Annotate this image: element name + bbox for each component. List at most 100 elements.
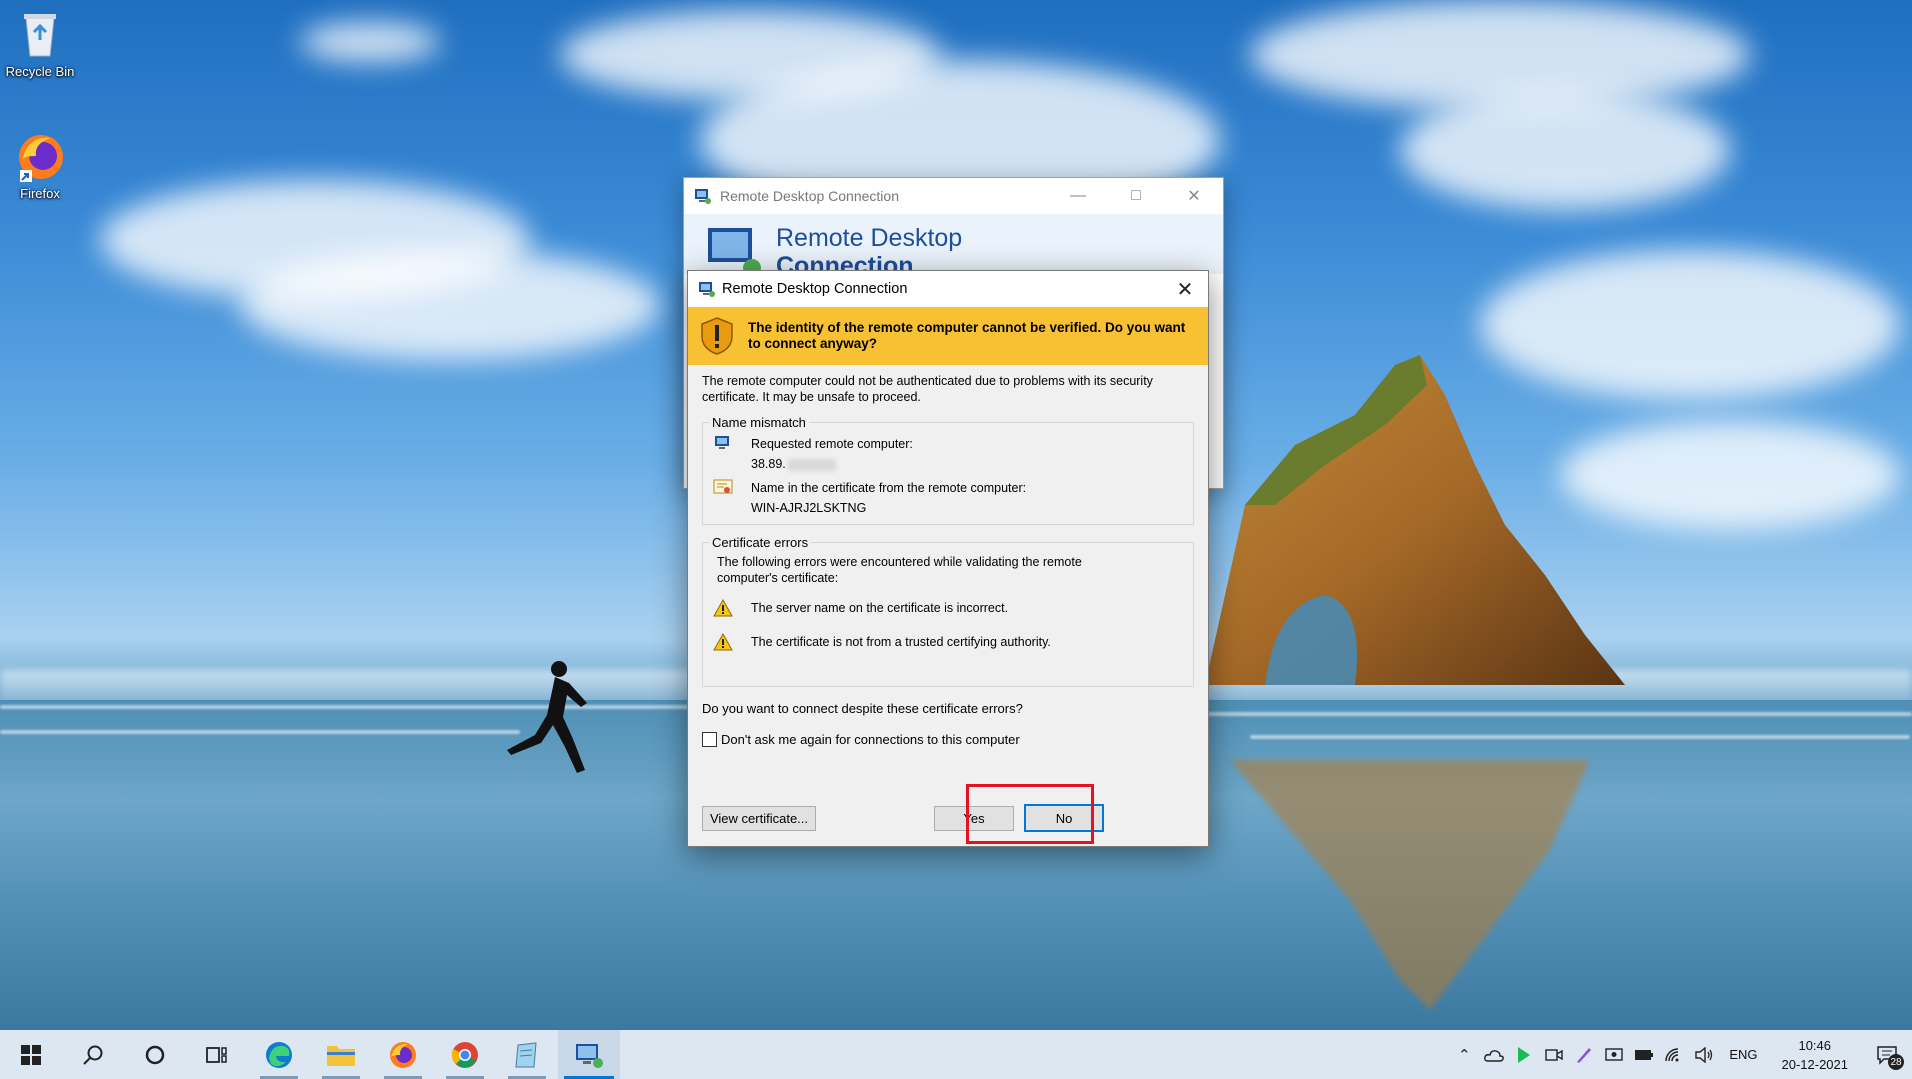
chrome-icon — [451, 1041, 478, 1068]
speaker-icon — [1695, 1046, 1713, 1063]
system-tray: ⌃ ENG 10:46 20-12-2021 28 — [1449, 1030, 1912, 1079]
pen-tray[interactable] — [1569, 1030, 1599, 1079]
remote-desktop-icon — [695, 189, 711, 204]
taskbar-notepad[interactable] — [496, 1030, 558, 1079]
battery-tray[interactable] — [1629, 1030, 1659, 1079]
banner-title-line1: Remote Desktop — [776, 224, 963, 252]
cortana-icon — [145, 1045, 165, 1064]
notepad-icon — [515, 1041, 537, 1067]
yes-button-highlight-box — [966, 784, 1094, 844]
firefox-icon — [14, 130, 66, 182]
pen-icon — [1577, 1047, 1592, 1063]
start-button[interactable] — [0, 1030, 62, 1079]
recycle-bin-icon — [14, 8, 66, 60]
task-view-button[interactable] — [186, 1030, 248, 1079]
cloud — [1250, 0, 1750, 110]
parent-banner: Remote Desktop Connection — [684, 214, 1223, 274]
connect-question: Do you want to connect despite these cer… — [702, 701, 1023, 716]
warning-banner: The identity of the remote computer cann… — [688, 307, 1208, 365]
runner-silhouette — [507, 661, 587, 773]
onedrive-tray[interactable] — [1479, 1030, 1509, 1079]
search-icon — [83, 1045, 103, 1065]
taskbar: ⌃ ENG 10:46 20-12-2021 28 — [0, 1030, 1912, 1079]
file-explorer-icon — [327, 1045, 355, 1066]
view-certificate-button[interactable]: View certificate... — [702, 806, 816, 831]
video-camera-icon — [1545, 1048, 1564, 1061]
dialog-close-button[interactable]: ✕ — [1162, 271, 1208, 307]
name-mismatch-legend: Name mismatch — [712, 415, 806, 430]
cloud — [300, 22, 440, 62]
certificate-error-item: The certificate is not from a trusted ce… — [751, 635, 1051, 649]
notification-count-badge: 28 — [1888, 1054, 1904, 1070]
meet-now-tray[interactable] — [1539, 1030, 1569, 1079]
dialog-titlebar: Remote Desktop Connection ✕ — [688, 271, 1208, 307]
parent-window-title: Remote Desktop Connection — [720, 188, 899, 204]
media-play-tray[interactable] — [1509, 1030, 1539, 1079]
certificate-icon — [713, 479, 733, 494]
desktop-icon-recycle-bin[interactable]: Recycle Bin — [0, 8, 80, 79]
clock-date: 20-12-2021 — [1781, 1056, 1849, 1072]
onedrive-cloud-icon — [1484, 1049, 1505, 1062]
minimize-button[interactable]: — — [1049, 178, 1107, 214]
dont-ask-again-label[interactable]: Don't ask me again for connections to th… — [721, 732, 1020, 747]
certificate-errors-intro: The following errors were encountered wh… — [717, 555, 1082, 585]
warning-heading: The identity of the remote computer cann… — [748, 320, 1186, 351]
remote-desktop-icon — [576, 1043, 603, 1068]
input-language-indicator[interactable]: ENG — [1719, 1047, 1767, 1062]
firefox-label: Firefox — [20, 186, 60, 201]
wave-foam — [1200, 712, 1912, 716]
wave-foam — [1250, 735, 1910, 739]
close-button[interactable]: ✕ — [1165, 178, 1223, 214]
shield-warning-icon — [701, 317, 733, 355]
show-hidden-icons-button[interactable]: ⌃ — [1449, 1030, 1479, 1079]
parent-banner-title: Remote Desktop Connection — [776, 224, 962, 274]
remote-desktop-large-icon — [708, 228, 761, 274]
dialog-title: Remote Desktop Connection — [722, 281, 908, 297]
taskbar-clock[interactable]: 10:46 20-12-2021 — [1768, 1036, 1863, 1074]
rock-reflection — [1230, 760, 1590, 1010]
volume-tray[interactable] — [1689, 1030, 1719, 1079]
taskbar-remote-desktop[interactable] — [558, 1030, 620, 1079]
search-button[interactable] — [62, 1030, 124, 1079]
action-center-button[interactable]: 28 — [1862, 1030, 1912, 1079]
redacted-ip-blur — [787, 458, 836, 471]
cloud — [240, 250, 660, 360]
requested-computer-ip: 38.89. — [751, 457, 786, 471]
parent-titlebar: Remote Desktop Connection — □ ✕ — [684, 178, 1223, 214]
name-mismatch-group: Name mismatch Requested remote computer:… — [702, 415, 1194, 525]
play-icon — [1518, 1046, 1531, 1063]
certificate-errors-legend: Certificate errors — [712, 535, 809, 550]
recycle-bin-label: Recycle Bin — [5, 64, 75, 79]
requested-computer-value: 38.89. — [751, 454, 913, 474]
wifi-icon — [1665, 1047, 1679, 1061]
wave-foam — [0, 730, 520, 734]
cloud — [1400, 90, 1730, 210]
chevron-up-icon: ⌃ — [1458, 1046, 1471, 1064]
clock-time: 10:46 — [1798, 1037, 1832, 1053]
cortana-button[interactable] — [124, 1030, 186, 1079]
screen-tray[interactable] — [1599, 1030, 1629, 1079]
taskbar-edge[interactable] — [248, 1030, 310, 1079]
sea-stack-rock — [1205, 355, 1625, 685]
certificate-errors-group: Certificate errors The following errors … — [702, 535, 1194, 687]
certificate-name-label: Name in the certificate from the remote … — [751, 481, 1027, 495]
task-view-icon — [206, 1046, 227, 1063]
computer-icon — [715, 436, 729, 449]
dialog-intro-text: The remote computer could not be authent… — [702, 374, 1153, 404]
network-tray[interactable] — [1659, 1030, 1689, 1079]
warning-triangle-icon — [713, 599, 733, 617]
taskbar-firefox[interactable] — [372, 1030, 434, 1079]
maximize-button[interactable]: □ — [1107, 178, 1165, 214]
dont-ask-again-checkbox[interactable] — [702, 732, 717, 747]
dont-ask-again-row[interactable]: Don't ask me again for connections to th… — [702, 732, 1194, 747]
taskbar-file-explorer[interactable] — [310, 1030, 372, 1079]
warning-triangle-icon — [713, 633, 733, 651]
edge-icon — [266, 1041, 292, 1068]
battery-icon — [1635, 1049, 1654, 1060]
certificate-warning-dialog: Remote Desktop Connection ✕ The identity… — [687, 270, 1209, 847]
certificate-name-value: WIN-AJRJ2LSKTNG — [751, 501, 867, 515]
windows-start-icon — [21, 1044, 41, 1065]
requested-computer-label: Requested remote computer: — [751, 437, 913, 451]
taskbar-chrome[interactable] — [434, 1030, 496, 1079]
desktop-icon-firefox[interactable]: Firefox — [0, 130, 80, 201]
